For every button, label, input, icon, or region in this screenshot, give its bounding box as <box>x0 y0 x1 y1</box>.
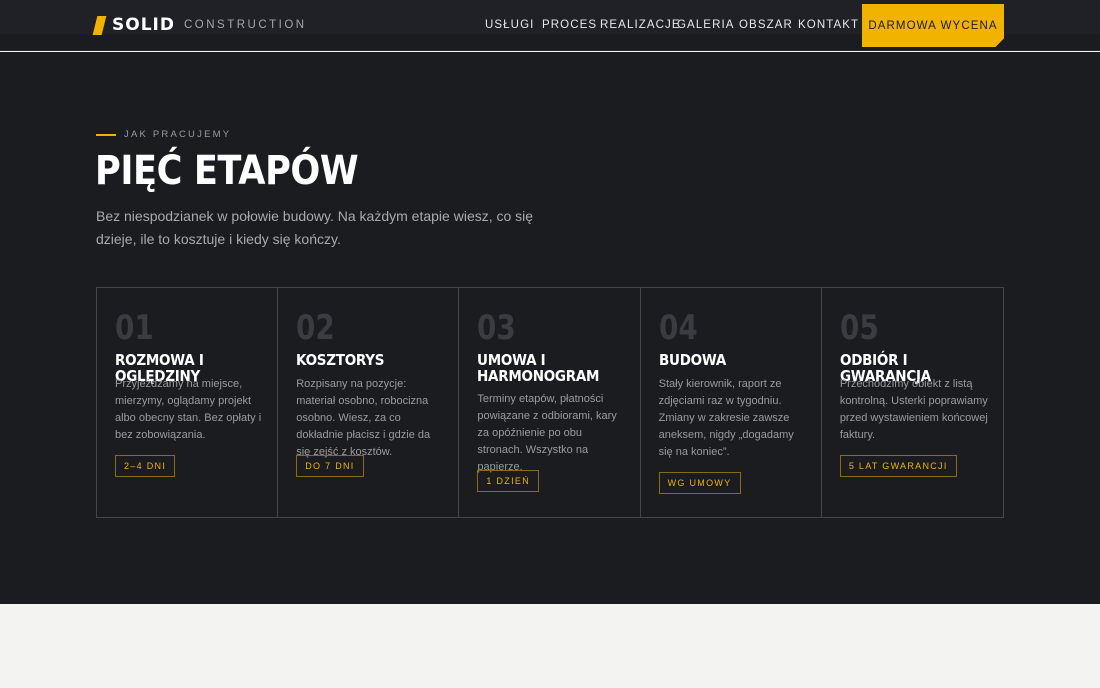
steps-grid: 01 ROZMOWA I OGLĘDZINY Przyjeżdżamy na m… <box>96 287 1004 518</box>
brand-logo[interactable]: SOLID CONSTRUCTION <box>92 15 307 35</box>
nav-link-proces[interactable]: PROCES <box>542 19 597 31</box>
step-title: BUDOWA <box>658 351 726 369</box>
brand-name: SOLID <box>112 15 175 35</box>
step-card: 03 UMOWA I HARMONOGRAM Terminy etapów, p… <box>459 288 641 517</box>
step-number: 04 <box>658 308 698 348</box>
nav-link-galeria[interactable]: GALERIA <box>677 19 735 31</box>
step-card: 04 BUDOWA Stały kierownik, raport ze zdj… <box>641 288 822 517</box>
step-description: Przyjeżdżamy na miejsce, mierzymy, ogląd… <box>115 378 262 441</box>
top-navbar: SOLID CONSTRUCTION USŁUGI PROCES REALIZA… <box>0 0 1100 51</box>
step-duration-badge: WG UMOWY <box>658 472 741 494</box>
step-title: UMOWA I HARMONOGRAM <box>477 351 600 385</box>
section-eyebrow: JAK PRACUJEMY <box>96 129 231 140</box>
step-duration-badge: DO 7 DNI <box>296 455 364 477</box>
step-number: 05 <box>839 308 879 348</box>
free-quote-button[interactable]: DARMOWA WYCENA <box>862 4 1004 47</box>
nav-link-realizacje[interactable]: REALIZACJE <box>600 19 681 31</box>
section-heading: PIĘĆ ETAPÓW <box>95 148 359 194</box>
step-description: Stały kierownik, raport ze zdjęciami raz… <box>658 378 794 458</box>
step-card: 05 ODBIÓR I GWARANCJA Przechodzimy obiek… <box>822 288 1003 517</box>
section-lead: Bez niespodzianek w połowie budowy. Na k… <box>96 208 534 247</box>
nav-link-kontakt[interactable]: KONTAKT <box>798 19 859 31</box>
brand-subtitle: CONSTRUCTION <box>183 19 307 31</box>
step-number: 03 <box>477 308 517 348</box>
step-card: 02 KOSZTORYS Rozpisany na pozycje: mater… <box>278 288 460 517</box>
nav-link-uslugi[interactable]: USŁUGI <box>485 19 534 31</box>
step-duration-badge: 1 DZIEŃ <box>477 470 540 492</box>
brand-mark-icon <box>92 15 107 35</box>
eyebrow-line <box>96 133 116 136</box>
step-title: KOSZTORYS <box>296 351 385 369</box>
step-number: 01 <box>115 308 154 348</box>
nav-link-obszar[interactable]: OBSZAR <box>739 19 793 31</box>
process-section: JAK PRACUJEMY PIĘĆ ETAPÓW Bez niespodzia… <box>0 52 1100 604</box>
step-duration-badge: 5 LAT GWARANCJI <box>839 455 957 477</box>
step-duration-badge: 2–4 DNI <box>115 455 176 477</box>
eyebrow-text: JAK PRACUJEMY <box>124 129 232 140</box>
step-description: Terminy etapów, płatności powiązane z od… <box>477 393 617 473</box>
step-number: 02 <box>296 308 336 348</box>
step-description: Rozpisany na pozycje: materiał osobno, r… <box>296 378 431 458</box>
next-section-background <box>0 604 1100 688</box>
step-card: 01 ROZMOWA I OGLĘDZINY Przyjeżdżamy na m… <box>97 288 279 517</box>
step-description: Przechodzimy obiekt z listą kontrolną. U… <box>839 378 988 441</box>
